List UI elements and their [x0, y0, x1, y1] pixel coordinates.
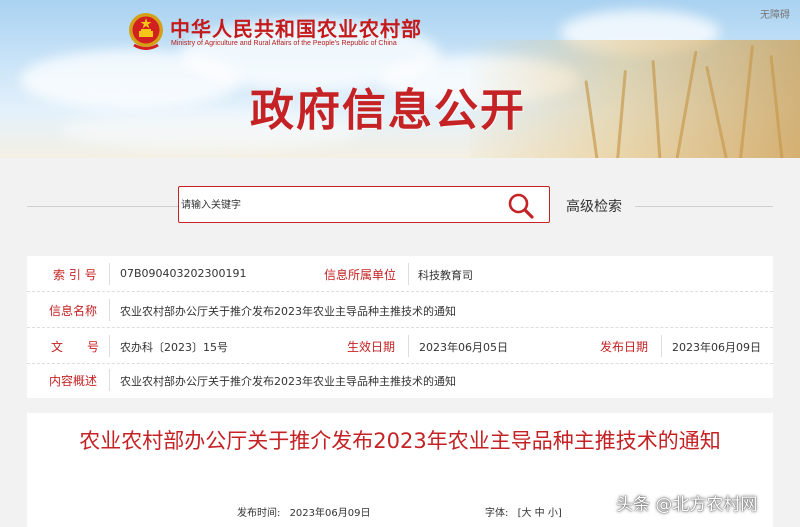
- info-row-index: 索 引 号 07B090403202300191 信息所属单位 科技教育司: [27, 256, 773, 292]
- publish-time-value: 2023年06月09日: [289, 508, 371, 519]
- bracket-close: ]: [557, 508, 562, 519]
- font-large-button[interactable]: 大: [521, 508, 531, 519]
- font-size-label: 字体:: [485, 508, 509, 519]
- ministry-name-cn: 中华人民共和国农业农村部: [170, 17, 422, 41]
- effective-date-label: 生效日期: [347, 340, 396, 354]
- banner-title: 政府信息公开: [250, 85, 526, 136]
- search-icon[interactable]: [507, 192, 535, 220]
- info-name-value: 农业农村部办公厅关于推介发布2023年农业主导品种主推技术的通知: [120, 305, 456, 318]
- column-divider: [408, 335, 409, 357]
- owner-unit-label: 信息所属单位: [324, 268, 397, 282]
- info-row-summary: 内容概述 农业农村部办公厅关于推介发布2023年农业主导品种主推技术的通知: [27, 362, 773, 398]
- header-banner: 中华人民共和国农业农村部 Ministry of Agriculture and…: [0, 0, 800, 158]
- advanced-search-link[interactable]: 高级检索: [566, 196, 622, 216]
- column-divider: [109, 299, 110, 321]
- font-medium-button[interactable]: 中: [535, 508, 545, 519]
- document-number-value: 农办科〔2023〕15号: [120, 341, 228, 354]
- column-divider: [109, 335, 110, 357]
- search-divider-right: [635, 206, 773, 207]
- search-input[interactable]: [181, 193, 501, 217]
- publish-date-value: 2023年06月09日: [672, 341, 761, 354]
- document-number-label: 文 号: [51, 340, 100, 354]
- column-divider: [109, 369, 110, 391]
- info-row-dates: 文 号 农办科〔2023〕15号 生效日期 2023年06月05日 发布日期 2…: [27, 328, 773, 364]
- summary-label: 内容概述: [49, 374, 98, 388]
- accessibility-link[interactable]: 无障碍: [760, 6, 790, 21]
- search-box: [178, 186, 550, 223]
- column-divider: [109, 263, 110, 285]
- column-divider: [661, 335, 662, 357]
- ministry-name-en: Ministry of Agriculture and Rural Affair…: [171, 40, 397, 47]
- font-size-control: 字体: [大 中 小]: [485, 504, 562, 519]
- article-publish-time: 发布时间: 2023年06月09日: [237, 504, 370, 519]
- publish-time-label: 发布时间:: [237, 508, 281, 519]
- publish-date-label: 发布日期: [600, 340, 649, 354]
- info-row-name: 信息名称 农业农村部办公厅关于推介发布2023年农业主导品种主推技术的通知: [27, 292, 773, 328]
- effective-date-value: 2023年06月05日: [419, 341, 508, 354]
- search-divider-left: [27, 206, 178, 207]
- column-divider: [408, 263, 409, 285]
- info-table: 索 引 号 07B090403202300191 信息所属单位 科技教育司 信息…: [27, 256, 773, 398]
- summary-value: 农业农村部办公厅关于推介发布2023年农业主导品种主推技术的通知: [120, 375, 456, 388]
- national-emblem-icon: [129, 13, 163, 50]
- article-title: 农业农村部办公厅关于推介发布2023年农业主导品种主推技术的通知: [79, 429, 721, 453]
- font-small-button[interactable]: 小: [548, 508, 558, 519]
- info-name-label: 信息名称: [49, 304, 98, 318]
- owner-unit-value: 科技教育司: [418, 269, 473, 282]
- index-number-label: 索 引 号: [53, 268, 97, 282]
- index-number-value: 07B090403202300191: [120, 267, 247, 280]
- watermark: 头条 @北方农村网: [616, 495, 758, 515]
